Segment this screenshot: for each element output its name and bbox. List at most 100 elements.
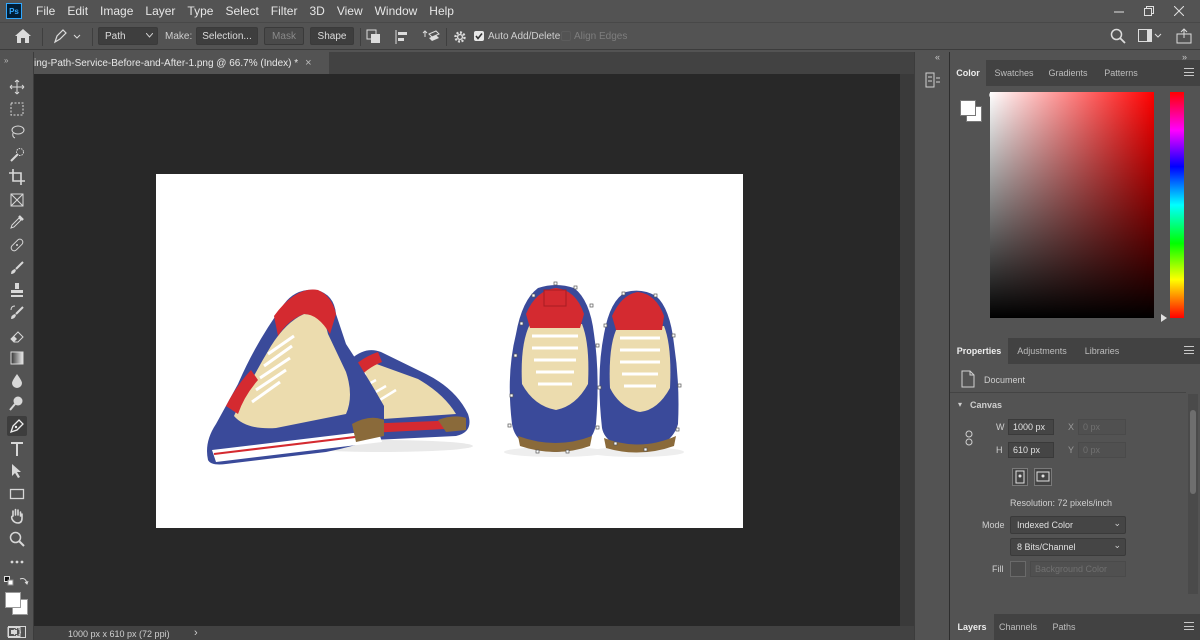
default-colors-button[interactable] <box>4 576 14 586</box>
menu-3d[interactable]: 3D <box>303 0 330 22</box>
tab-swatches[interactable]: Swatches <box>988 60 1040 86</box>
home-button[interactable] <box>14 28 32 44</box>
properties-panel-menu-icon[interactable] <box>1184 346 1194 354</box>
share-button[interactable] <box>1176 28 1192 44</box>
clone-stamp-tool[interactable] <box>7 280 27 300</box>
quick-selection-icon <box>10 148 24 162</box>
document-tab-title: ing-Path-Service-Before-and-After-1.png … <box>34 57 299 69</box>
chevron-down-icon[interactable]: ▾ <box>958 400 962 409</box>
strip-collapse-icon[interactable]: « <box>935 52 940 62</box>
menu-select[interactable]: Select <box>219 0 264 22</box>
move-tool[interactable] <box>7 77 27 97</box>
document-tab[interactable]: ing-Path-Service-Before-and-After-1.png … <box>34 52 329 74</box>
hue-slider[interactable] <box>1170 92 1184 318</box>
tab-paths[interactable]: Paths <box>1042 614 1086 640</box>
gradient-tool[interactable] <box>7 348 27 368</box>
menu-layer[interactable]: Layer <box>139 0 181 22</box>
menu-help[interactable]: Help <box>423 0 460 22</box>
history-brush-tool[interactable] <box>7 303 27 323</box>
document-canvas[interactable] <box>156 174 743 528</box>
tab-color[interactable]: Color <box>950 60 986 86</box>
swap-colors-button[interactable] <box>19 576 29 586</box>
landscape-orientation-button[interactable] <box>1034 468 1052 486</box>
menu-view[interactable]: View <box>331 0 369 22</box>
canvas-height-field[interactable]: 610 px <box>1008 442 1054 458</box>
color-mode-dropdown[interactable]: Indexed Color ⌄ <box>1010 516 1126 534</box>
hand-tool[interactable] <box>7 506 27 526</box>
tab-adjustments[interactable]: Adjustments <box>1010 338 1074 364</box>
eyedropper-tool[interactable] <box>7 212 27 232</box>
tab-properties[interactable]: Properties <box>950 338 1008 364</box>
path-arrangement-button[interactable] <box>422 29 440 45</box>
eraser-tool[interactable] <box>7 326 27 346</box>
pen-settings-button[interactable] <box>452 29 468 45</box>
menu-type[interactable]: Type <box>181 0 219 22</box>
canvas-width-field[interactable]: 1000 px <box>1008 419 1054 435</box>
quick-selection-tool[interactable] <box>7 145 27 165</box>
frame-tool[interactable] <box>7 190 27 210</box>
color-panel-menu-icon[interactable] <box>1184 68 1194 76</box>
hue-slider-handle[interactable] <box>1161 314 1167 322</box>
align-edges-checkbox[interactable] <box>561 31 571 41</box>
tab-libraries[interactable]: Libraries <box>1076 338 1128 364</box>
close-window-button[interactable] <box>1164 0 1194 22</box>
properties-scrollbar[interactable] <box>1188 394 1198 594</box>
portrait-orientation-button[interactable] <box>1012 468 1028 486</box>
auto-add-delete-checkbox[interactable] <box>474 31 484 41</box>
tab-gradients[interactable]: Gradients <box>1042 60 1094 86</box>
status-menu-arrow[interactable]: › <box>194 627 198 639</box>
menu-file[interactable]: File <box>30 0 61 22</box>
restore-button[interactable] <box>1134 0 1164 22</box>
dodge-tool[interactable] <box>7 393 27 413</box>
canvas-vertical-scrollbar[interactable] <box>900 74 914 626</box>
fill-color-swatch[interactable] <box>1010 561 1026 577</box>
menu-image[interactable]: Image <box>94 0 139 22</box>
default-colors-icon <box>4 576 14 586</box>
color-field[interactable] <box>990 92 1154 318</box>
more-dots-icon <box>10 560 24 564</box>
make-mask-button[interactable]: Mask <box>264 27 304 45</box>
tool-preset-picker[interactable] <box>52 28 82 44</box>
menu-window[interactable]: Window <box>369 0 424 22</box>
path-operations-button[interactable] <box>366 29 382 45</box>
zoom-tool[interactable] <box>7 529 27 549</box>
pen-mode-dropdown[interactable]: Path <box>98 27 158 45</box>
path-selection-tool[interactable] <box>7 461 27 481</box>
properties-scrollbar-thumb[interactable] <box>1190 410 1196 494</box>
panel-foreground-swatch[interactable] <box>960 100 976 116</box>
search-button[interactable] <box>1110 28 1126 44</box>
foreground-color-swatch[interactable] <box>5 592 21 608</box>
path-alignment-button[interactable] <box>394 29 410 45</box>
canvas-area[interactable] <box>34 74 914 626</box>
lasso-tool[interactable] <box>7 122 27 142</box>
link-dimensions-button[interactable] <box>964 430 974 446</box>
tab-patterns[interactable]: Patterns <box>1096 60 1146 86</box>
make-shape-button[interactable]: Shape <box>310 27 354 45</box>
brush-tool[interactable] <box>7 258 27 278</box>
edit-toolbar-button[interactable] <box>7 552 27 572</box>
menu-edit[interactable]: Edit <box>61 0 94 22</box>
color-mode-value: Indexed Color <box>1017 520 1074 530</box>
type-tool[interactable] <box>7 439 27 459</box>
properties-panel-tabs: Properties Adjustments Libraries <box>950 338 1200 364</box>
menu-filter[interactable]: Filter <box>265 0 304 22</box>
minimize-button[interactable] <box>1104 0 1134 22</box>
history-panel-button[interactable] <box>924 72 942 90</box>
tab-close-icon[interactable]: × <box>305 57 311 69</box>
fill-label: Fill <box>992 564 1004 574</box>
screen-mode-button[interactable] <box>4 626 30 640</box>
pen-tool[interactable] <box>7 416 27 436</box>
workspace-switcher[interactable] <box>1138 29 1162 43</box>
toolbar-collapse-icon[interactable]: » <box>4 56 8 65</box>
make-selection-button[interactable]: Selection... <box>196 27 258 45</box>
blur-tool[interactable] <box>7 371 27 391</box>
rectangle-tool[interactable] <box>7 484 27 504</box>
tab-channels[interactable]: Channels <box>996 614 1040 640</box>
marquee-tool[interactable] <box>7 99 27 119</box>
tab-layers[interactable]: Layers <box>950 614 994 640</box>
checkmark-icon <box>475 33 483 40</box>
crop-tool[interactable] <box>7 167 27 187</box>
layers-panel-menu-icon[interactable] <box>1184 622 1194 630</box>
bit-depth-dropdown[interactable]: 8 Bits/Channel ⌄ <box>1010 538 1126 556</box>
healing-brush-tool[interactable] <box>7 235 27 255</box>
